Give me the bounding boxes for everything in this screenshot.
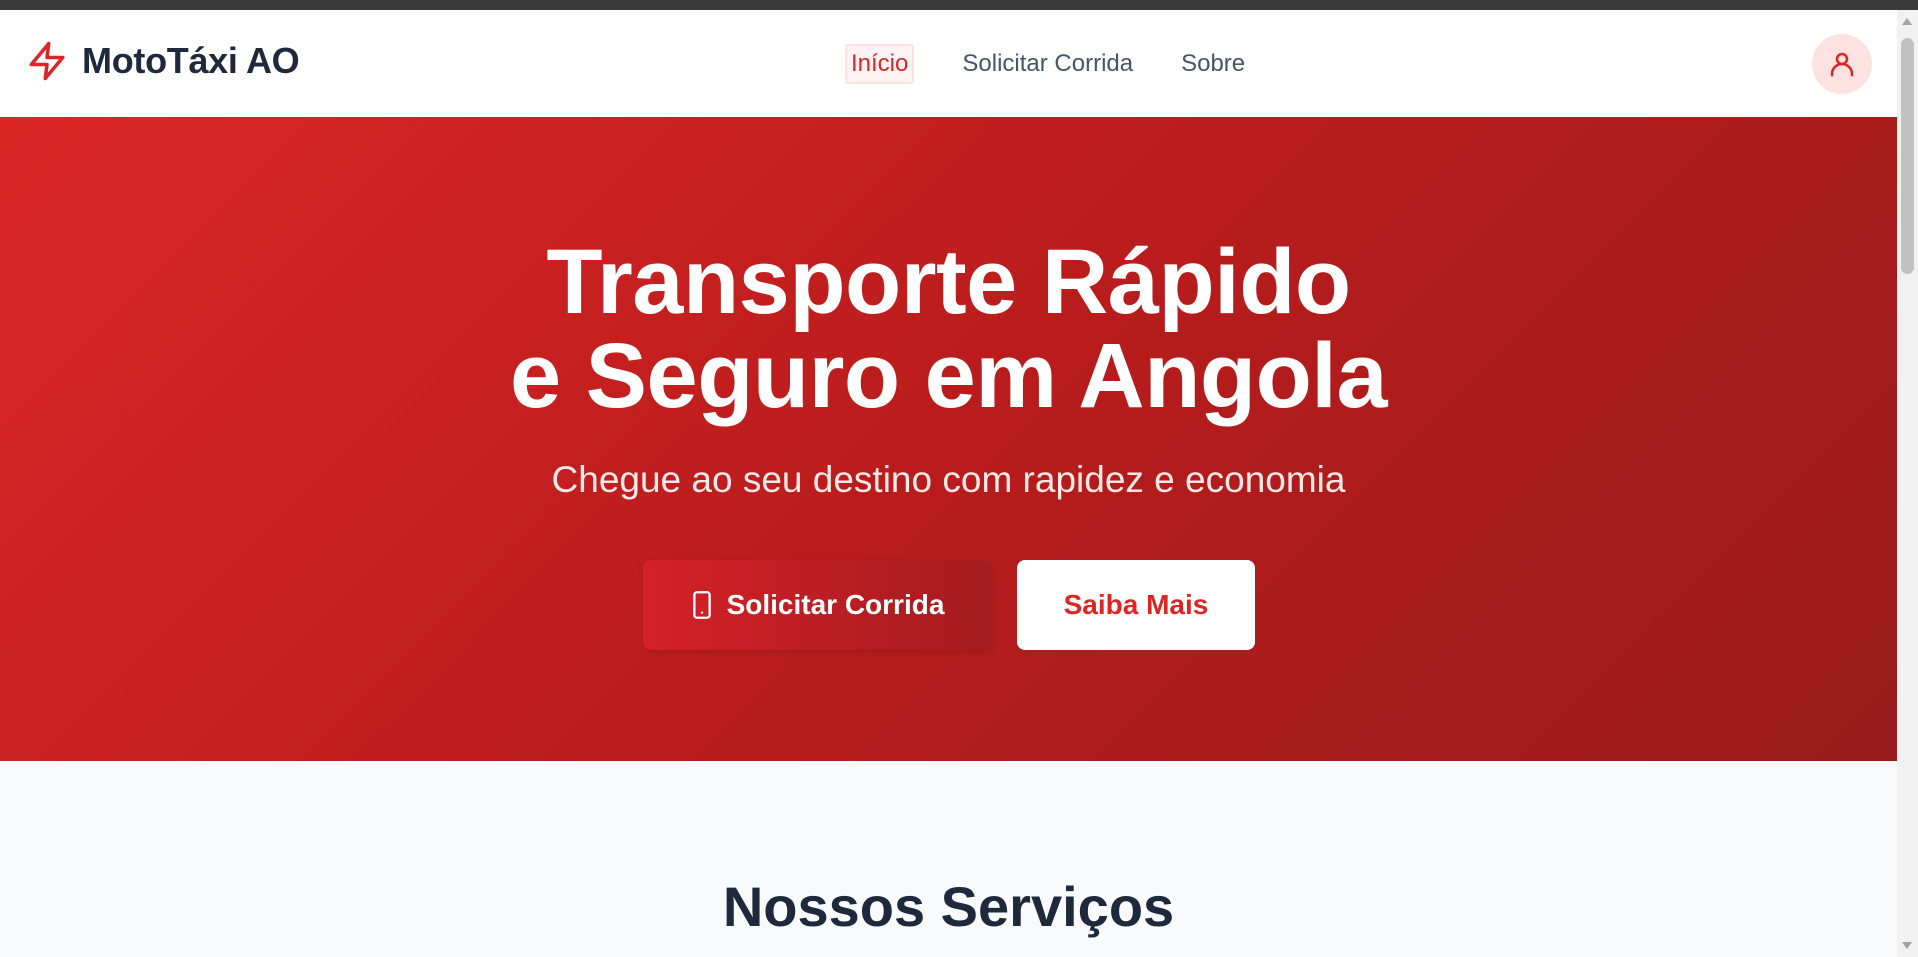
hero-title: Transporte Rápido e Seguro em Angola <box>0 235 1897 423</box>
page-viewport: MotoTáxi AO Início Solicitar Corrida Sob… <box>0 10 1897 957</box>
hero-actions: Solicitar Corrida Saiba Mais <box>643 560 1255 650</box>
hero-section: Transporte Rápido e Seguro em Angola Che… <box>0 117 1897 761</box>
vertical-scrollbar[interactable] <box>1897 10 1918 957</box>
scroll-down-arrow-icon[interactable] <box>1902 942 1912 949</box>
nav-item-solicitar-corrida[interactable]: Solicitar Corrida <box>954 44 1141 84</box>
learn-more-button[interactable]: Saiba Mais <box>1017 560 1255 650</box>
brand-name: MotoTáxi AO <box>82 40 300 81</box>
hero-title-line-2: e Seguro em Angola <box>509 325 1388 427</box>
hero-title-line-1: Transporte Rápido <box>546 231 1351 333</box>
main-nav: Início Solicitar Corrida Sobre <box>845 44 1285 84</box>
request-ride-button[interactable]: Solicitar Corrida <box>643 560 992 650</box>
hero-subtitle: Chegue ao seu destino com rapidez e econ… <box>551 459 1346 500</box>
smartphone-icon <box>692 591 711 619</box>
learn-more-button-label: Saiba Mais <box>1063 589 1209 620</box>
browser-top-strip <box>0 0 1918 10</box>
site-header: MotoTáxi AO Início Solicitar Corrida Sob… <box>0 10 1897 117</box>
user-account-button[interactable] <box>1812 34 1872 94</box>
nav-item-inicio[interactable]: Início <box>845 44 915 84</box>
nav-item-sobre[interactable]: Sobre <box>1173 44 1253 84</box>
services-heading: Nossos Serviços <box>722 875 1175 938</box>
request-ride-button-label: Solicitar Corrida <box>726 589 945 620</box>
brand-logo[interactable]: MotoTáxi AO <box>26 40 300 82</box>
user-icon <box>1830 52 1854 77</box>
scroll-up-arrow-icon[interactable] <box>1902 18 1912 25</box>
lightning-bolt-icon <box>29 41 65 81</box>
scrollbar-thumb[interactable] <box>1901 38 1914 274</box>
